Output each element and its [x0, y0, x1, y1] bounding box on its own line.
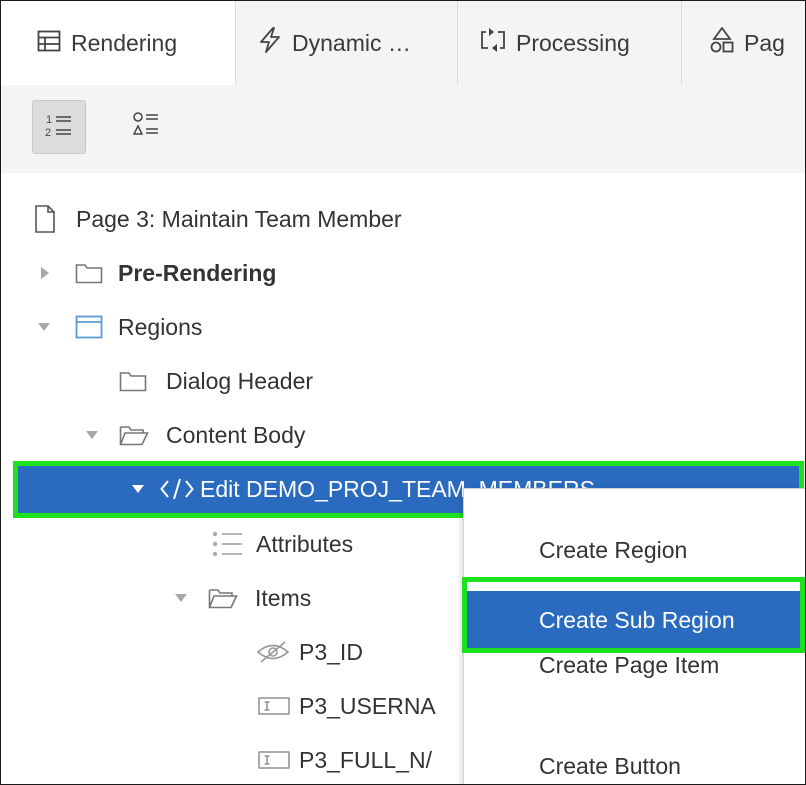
- menu-item-label: Create Button: [539, 752, 681, 779]
- tree-node-items-label: Items: [255, 584, 312, 611]
- tree-node-item-p3-id[interactable]: P3_ID: [1, 625, 461, 679]
- tree-node-page[interactable]: Page 3: Maintain Team Member: [1, 192, 805, 246]
- menu-item-create-button[interactable]: Create Button: [464, 737, 805, 784]
- tree-node-regions[interactable]: Regions: [1, 300, 805, 354]
- numbered-list-icon: 12: [44, 112, 74, 143]
- tab-rendering[interactable]: Rendering: [1, 1, 236, 86]
- collapse-caret-icon[interactable]: [38, 323, 50, 331]
- rendering-icon: [37, 30, 61, 58]
- tree-node-content-body-label: Content Body: [166, 421, 306, 448]
- tree-node-pre-rendering-label: Pre-Rendering: [118, 259, 277, 286]
- tree-node-item-p3-id-label: P3_ID: [299, 638, 363, 665]
- menu-item-create-page-item[interactable]: Create Page Item: [464, 636, 805, 694]
- expand-caret-icon[interactable]: [41, 267, 49, 279]
- code-region-icon: [160, 478, 194, 500]
- tab-bar: Rendering Dynamic … Processing Pag: [1, 1, 805, 86]
- tree-node-content-body[interactable]: Content Body: [1, 408, 805, 462]
- shared-components-icon: [710, 26, 734, 59]
- folder-open-icon: [208, 587, 238, 609]
- collapse-caret-icon[interactable]: [86, 431, 98, 439]
- lightning-icon: [258, 27, 282, 59]
- menu-item-label: Create Page Item: [539, 651, 720, 678]
- collapse-caret-icon[interactable]: [175, 594, 187, 602]
- view-by-order-button[interactable]: 12: [32, 100, 86, 154]
- menu-item-create-region[interactable]: Create Region: [464, 521, 805, 579]
- tab-shared-components[interactable]: Pag: [682, 1, 805, 85]
- hidden-item-icon: [256, 641, 290, 663]
- region-icon: [75, 315, 103, 339]
- collapse-caret-icon[interactable]: [132, 485, 144, 493]
- svg-text:2: 2: [45, 127, 51, 138]
- tab-dynamic-actions-label: Dynamic …: [292, 29, 411, 56]
- context-menu: Create Region Create Sub Region Create P…: [463, 488, 805, 784]
- tab-dynamic-actions[interactable]: Dynamic …: [236, 1, 458, 85]
- tree-node-item-p3-username[interactable]: P3_USERNA: [1, 679, 461, 733]
- tab-shared-components-label: Pag: [744, 29, 785, 56]
- page-designer-panel: Rendering Dynamic … Processing Pag 12 Pa…: [0, 0, 806, 785]
- shape-list-icon: [131, 111, 161, 144]
- tree-node-item-p3-full-name[interactable]: P3_FULL_N/: [1, 733, 461, 784]
- tree-node-page-label: Page 3: Maintain Team Member: [76, 205, 402, 232]
- tree-node-item-p3-full-name-label: P3_FULL_N/: [299, 746, 432, 773]
- tree-node-pre-rendering[interactable]: Pre-Rendering: [1, 246, 805, 300]
- tree-node-dialog-header[interactable]: Dialog Header: [1, 354, 805, 408]
- folder-icon: [75, 262, 103, 284]
- tree-node-item-p3-username-label: P3_USERNA: [299, 692, 436, 719]
- attributes-list-icon: [211, 530, 243, 558]
- folder-icon: [119, 370, 147, 392]
- tree-node-regions-label: Regions: [118, 313, 203, 340]
- tab-processing-label: Processing: [516, 29, 630, 56]
- text-field-icon: [258, 749, 290, 771]
- tree-node-dialog-header-label: Dialog Header: [166, 367, 314, 394]
- view-by-type-button[interactable]: [119, 100, 173, 154]
- processing-icon: [480, 28, 506, 58]
- menu-item-label: Create Sub Region: [539, 606, 735, 633]
- svg-text:1: 1: [46, 114, 52, 126]
- tree-toolbar: 12: [1, 85, 805, 174]
- page-icon: [34, 205, 56, 233]
- tab-processing[interactable]: Processing: [458, 1, 682, 85]
- text-field-icon: [258, 695, 290, 717]
- menu-item-label: Create Region: [539, 536, 688, 563]
- tree-node-attributes-label: Attributes: [256, 530, 354, 557]
- tab-rendering-label: Rendering: [71, 30, 178, 56]
- folder-open-icon: [119, 424, 149, 446]
